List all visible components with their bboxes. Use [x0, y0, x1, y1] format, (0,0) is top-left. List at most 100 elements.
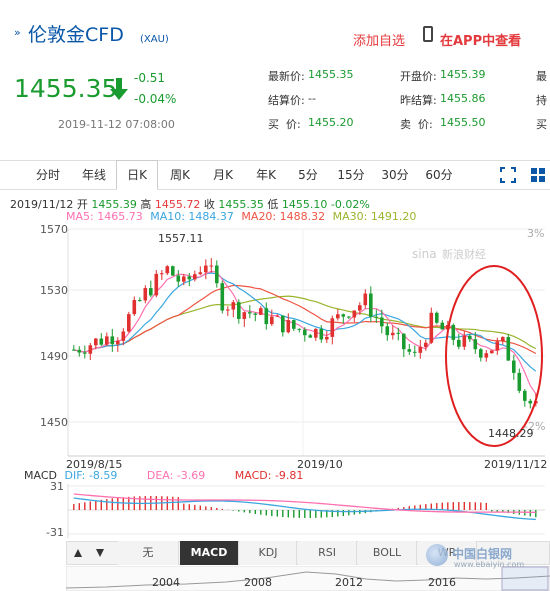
- scroll-left-icon[interactable]: [72, 547, 84, 559]
- candle: [396, 332, 401, 334]
- candle: [83, 352, 87, 354]
- ma-legend: MA5: 1465.73 MA10: 1484.37 MA20: 1488.32…: [66, 210, 416, 223]
- candle: [132, 300, 137, 315]
- indicator-boll[interactable]: BOLL: [358, 541, 417, 565]
- y-tick-1450: 1450: [40, 416, 68, 429]
- candle: [468, 335, 472, 340]
- candle: [506, 337, 511, 361]
- x-label-mid: 2019/10: [297, 458, 343, 471]
- latest-label: 最新价:: [268, 70, 305, 83]
- macd-chart[interactable]: [0, 484, 550, 540]
- price-change: -0.51: [134, 71, 166, 85]
- macd-y-bottom: -31: [46, 526, 64, 539]
- candle: [297, 328, 302, 330]
- candle: [402, 333, 406, 350]
- bid-value: 1455.20: [308, 116, 354, 129]
- candle: [187, 276, 192, 280]
- candle: [121, 331, 126, 341]
- candle: [325, 336, 329, 340]
- tab-15min[interactable]: 15分: [332, 161, 370, 189]
- down-arrow-icon: [110, 78, 128, 100]
- candle: [253, 313, 258, 315]
- tab-5min[interactable]: 5分: [290, 161, 326, 189]
- candle: [501, 337, 505, 342]
- candle: [176, 275, 181, 282]
- tab-year-line[interactable]: 年线: [74, 161, 114, 189]
- macd-y-top: 31: [50, 480, 64, 493]
- app-link[interactable]: 在APP中查看: [440, 30, 521, 49]
- candle: [314, 328, 318, 338]
- tab-daily-k[interactable]: 日K: [116, 160, 158, 190]
- candle: [380, 317, 384, 327]
- site-watermark-url: www.ebaiyin.com: [454, 560, 525, 569]
- page-title: 伦敦金CFD: [28, 24, 124, 46]
- scroll-right-icon[interactable]: [94, 547, 106, 559]
- ohlc-date: 2019/11/12: [10, 198, 74, 211]
- period-tab-bar: 分时 年线 日K 周K 月K 年K 5分 15分 30分 60分: [0, 160, 550, 190]
- ma30-label: MA30: 1491.20: [332, 210, 417, 223]
- candle: [88, 345, 93, 354]
- candle: [116, 340, 120, 345]
- tab-60min[interactable]: 60分: [420, 161, 458, 189]
- y-tick-1530: 1530: [40, 284, 68, 297]
- candle: [528, 400, 533, 404]
- pct-top: 3%: [527, 227, 545, 240]
- title-bar: » 伦敦金CFD (XAU) 添加自选 在APP中查看: [0, 0, 550, 62]
- candle: [237, 302, 241, 319]
- candle: [270, 316, 274, 325]
- candle: [182, 276, 186, 282]
- settings-grid-icon[interactable]: [530, 167, 546, 183]
- candle: [286, 320, 291, 333]
- indicator-kdj[interactable]: KDJ: [240, 541, 297, 565]
- candle: [484, 353, 489, 358]
- candle: [424, 342, 428, 347]
- last-price: 1455.35: [14, 74, 118, 103]
- candle: [429, 312, 434, 343]
- candle: [105, 336, 109, 345]
- bid-label: 买 价:: [268, 118, 301, 131]
- candle: [165, 266, 170, 274]
- fullscreen-icon[interactable]: [500, 167, 516, 183]
- low-annotation: 1448.29: [488, 427, 534, 440]
- candle: [490, 350, 494, 354]
- timeline-year-2004: 2004: [152, 576, 180, 589]
- sina-watermark-icon: sina: [412, 247, 437, 261]
- ask-label: 卖 价:: [400, 118, 433, 131]
- settle-value: --: [308, 92, 316, 105]
- candle: [292, 320, 296, 329]
- tab-30min[interactable]: 30分: [376, 161, 414, 189]
- more-field-2: 持: [536, 94, 547, 107]
- candle: [209, 265, 214, 267]
- candle: [418, 346, 423, 353]
- candle: [248, 312, 252, 314]
- indicator-rsi[interactable]: RSI: [298, 541, 357, 565]
- candle: [215, 265, 219, 284]
- tab-intraday[interactable]: 分时: [28, 161, 68, 189]
- timeline-navigator[interactable]: [66, 566, 550, 591]
- tab-weekly-k[interactable]: 周K: [160, 161, 200, 189]
- candle: [204, 265, 208, 273]
- tab-monthly-k[interactable]: 月K: [203, 161, 243, 189]
- ma10-label: MA10: 1484.37: [150, 210, 234, 223]
- candle: [369, 293, 373, 317]
- x-label-end: 2019/11/12: [484, 458, 548, 471]
- ma20-label: MA20: 1488.32: [241, 210, 326, 223]
- candle: [457, 339, 461, 347]
- indicator-macd[interactable]: MACD: [180, 541, 239, 565]
- candle: [242, 312, 247, 319]
- ma5-label: MA5: 1465.73: [66, 210, 143, 223]
- candlestick-chart[interactable]: sina 新浪财经: [0, 224, 550, 460]
- candle: [160, 273, 164, 275]
- more-field-3: 买: [536, 118, 547, 131]
- macd-legend: MACD DIF: -8.59 DEA: -3.69 MACD: -9.81: [24, 469, 303, 482]
- tab-yearly-k[interactable]: 年K: [246, 161, 286, 189]
- phone-icon: [423, 26, 433, 42]
- candle: [512, 360, 516, 373]
- candle: [495, 341, 500, 351]
- add-watch-link[interactable]: 添加自选: [353, 30, 405, 49]
- ask-value: 1455.50: [440, 116, 486, 129]
- candle: [341, 314, 346, 317]
- candle: [72, 349, 76, 351]
- open-label: 开盘价:: [400, 70, 437, 83]
- indicator-none[interactable]: 无: [118, 541, 179, 565]
